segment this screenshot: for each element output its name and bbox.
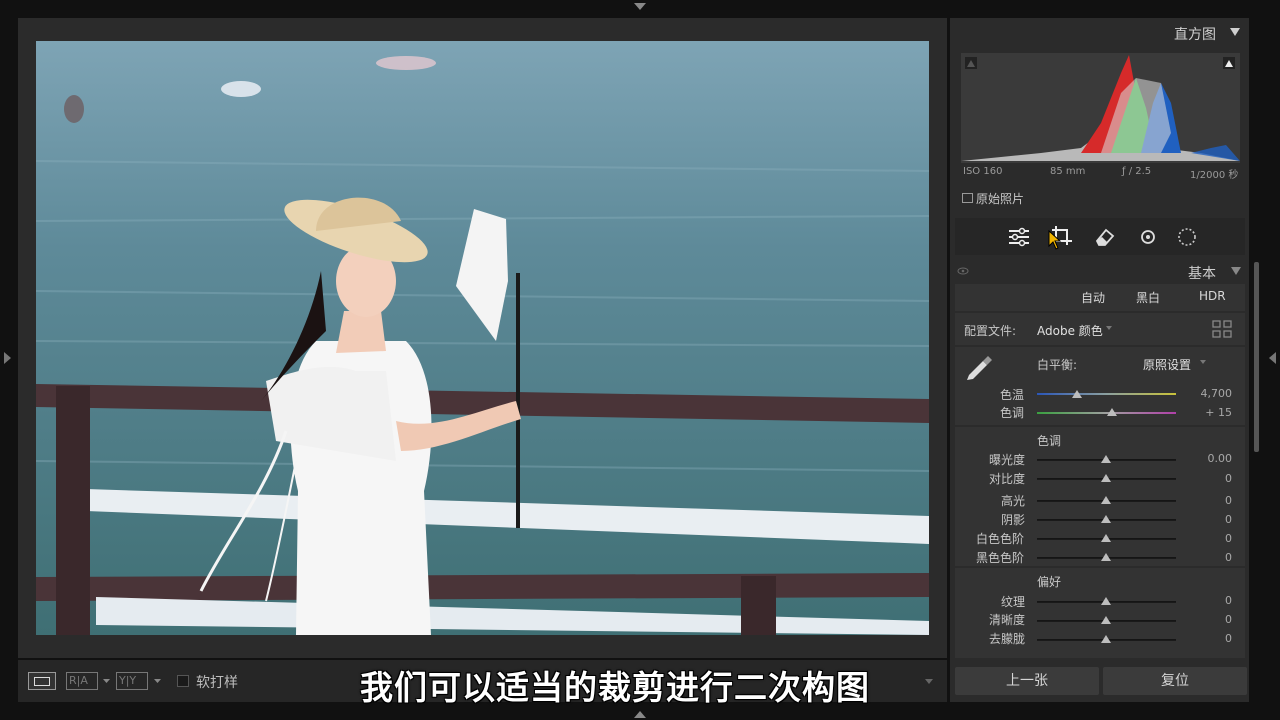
texture-value[interactable]: 0	[1182, 594, 1232, 607]
basic-section-title[interactable]: 基本	[1188, 263, 1216, 283]
loupe-view-button[interactable]	[28, 672, 56, 690]
temp-value[interactable]: 4,700	[1182, 387, 1233, 400]
dehaze-label: 去朦胧	[989, 632, 1026, 646]
histogram-graph	[961, 55, 1240, 161]
chevron-down-icon[interactable]	[1200, 360, 1206, 365]
main-photo[interactable]	[36, 41, 929, 635]
toolbar-menu-chevron-icon[interactable]	[925, 679, 933, 684]
exif-focal: 85 mm	[1050, 166, 1086, 177]
auto-button[interactable]: 自动	[1081, 289, 1105, 306]
tint-value[interactable]: + 15	[1182, 406, 1232, 419]
visibility-eye-icon[interactable]	[957, 266, 969, 276]
eyedropper-icon[interactable]	[963, 350, 997, 384]
blacks-label: 黑色色阶	[976, 551, 1025, 565]
original-photo-checkbox[interactable]	[962, 193, 973, 203]
red-eye-icon[interactable]	[1136, 226, 1160, 248]
before-after-yy-button[interactable]: Y|Y	[116, 672, 148, 690]
bottom-panel-toggle-icon[interactable]	[634, 710, 646, 718]
photo-image	[36, 41, 929, 635]
right-panel-scrollbar[interactable]	[1254, 262, 1259, 452]
masking-icon[interactable]	[1175, 226, 1199, 248]
soft-proof-checkbox[interactable]	[177, 675, 189, 687]
original-photo-label: 原始照片	[976, 192, 1025, 206]
shadows-label: 阴影	[1001, 513, 1026, 527]
exposure-slider-thumb[interactable]	[1101, 455, 1111, 463]
contrast-value[interactable]: 0	[1182, 472, 1232, 485]
video-subtitle: 我们可以适当的裁剪进行二次构图	[360, 668, 870, 707]
exposure-label: 曝光度	[989, 453, 1026, 467]
previous-button[interactable]: 上一张	[955, 667, 1099, 695]
histogram[interactable]	[961, 53, 1240, 163]
texture-label: 纹理	[1001, 595, 1026, 609]
reset-button[interactable]: 复位	[1103, 667, 1247, 695]
temp-label: 色温	[1000, 388, 1025, 402]
clarity-label: 清晰度	[989, 613, 1026, 627]
exif-iso: ISO 160	[963, 166, 1003, 177]
shadow-clipping-icon[interactable]	[965, 57, 977, 69]
highlights-slider-thumb[interactable]	[1101, 496, 1111, 504]
mouse-cursor-icon	[1048, 230, 1062, 250]
soft-proof-label: 软打样	[196, 675, 238, 691]
temp-slider-thumb[interactable]	[1072, 390, 1082, 398]
view-ra-label: R|A	[69, 674, 88, 687]
blacks-value[interactable]: 0	[1182, 551, 1232, 564]
highlights-label: 高光	[1001, 494, 1026, 508]
shadows-value[interactable]: 0	[1182, 513, 1232, 526]
tint-slider-thumb[interactable]	[1107, 408, 1117, 416]
left-panel-toggle-icon[interactable]	[3, 352, 11, 364]
whites-label: 白色色阶	[976, 532, 1025, 546]
chevron-down-icon[interactable]	[103, 679, 110, 684]
before-after-ra-button[interactable]: R|A	[66, 672, 98, 690]
highlights-value[interactable]: 0	[1182, 494, 1232, 507]
temp-slider-track[interactable]	[1037, 393, 1176, 395]
profile-browser-grid-icon[interactable]	[1212, 320, 1232, 338]
highlight-clipping-icon[interactable]	[1223, 57, 1235, 69]
hdr-button[interactable]: HDR	[1199, 289, 1226, 303]
shadows-slider-thumb[interactable]	[1101, 515, 1111, 523]
exif-shutter: 1/2000 秒	[1190, 170, 1239, 181]
top-panel-toggle-icon[interactable]	[634, 3, 646, 11]
presence-header: 偏好	[1037, 575, 1062, 589]
whites-value[interactable]: 0	[1182, 532, 1232, 545]
contrast-label: 对比度	[989, 472, 1026, 486]
histogram-title: 直方图	[1174, 27, 1216, 43]
profile-select[interactable]: Adobe 颜色	[1037, 322, 1103, 339]
texture-slider-thumb[interactable]	[1101, 597, 1111, 605]
chevron-down-icon[interactable]	[154, 679, 161, 684]
clarity-slider-thumb[interactable]	[1101, 616, 1111, 624]
lightroom-window: R|A Y|Y 软打样 我们可以适当的裁剪进行二次构图 直方图 ISO 160 …	[0, 0, 1280, 720]
collapse-triangle-icon[interactable]	[1231, 267, 1241, 276]
blacks-slider-thumb[interactable]	[1101, 553, 1111, 561]
photo-canvas	[18, 18, 947, 658]
profile-label: 配置文件:	[964, 324, 1017, 338]
black-white-button[interactable]: 黑白	[1136, 289, 1160, 306]
dehaze-slider-thumb[interactable]	[1101, 635, 1111, 643]
exposure-value[interactable]: 0.00	[1182, 452, 1233, 465]
tint-label: 色调	[1000, 406, 1025, 420]
healing-eraser-icon[interactable]	[1094, 226, 1118, 248]
exif-aperture: ƒ / 2.5	[1122, 166, 1152, 177]
edit-sliders-icon[interactable]	[1007, 226, 1031, 248]
clarity-value[interactable]: 0	[1182, 613, 1232, 626]
right-panel-toggle-icon[interactable]	[1269, 352, 1277, 364]
chevron-down-icon[interactable]	[1106, 326, 1112, 331]
view-yy-label: Y|Y	[119, 674, 137, 687]
dehaze-value[interactable]: 0	[1182, 632, 1232, 645]
white-balance-select[interactable]: 原照设置	[1143, 356, 1191, 373]
collapse-triangle-icon[interactable]	[1230, 28, 1240, 37]
tone-header: 色调	[1037, 434, 1062, 448]
contrast-slider-thumb[interactable]	[1101, 474, 1111, 482]
white-balance-label: 白平衡:	[1037, 358, 1078, 372]
whites-slider-thumb[interactable]	[1101, 534, 1111, 542]
